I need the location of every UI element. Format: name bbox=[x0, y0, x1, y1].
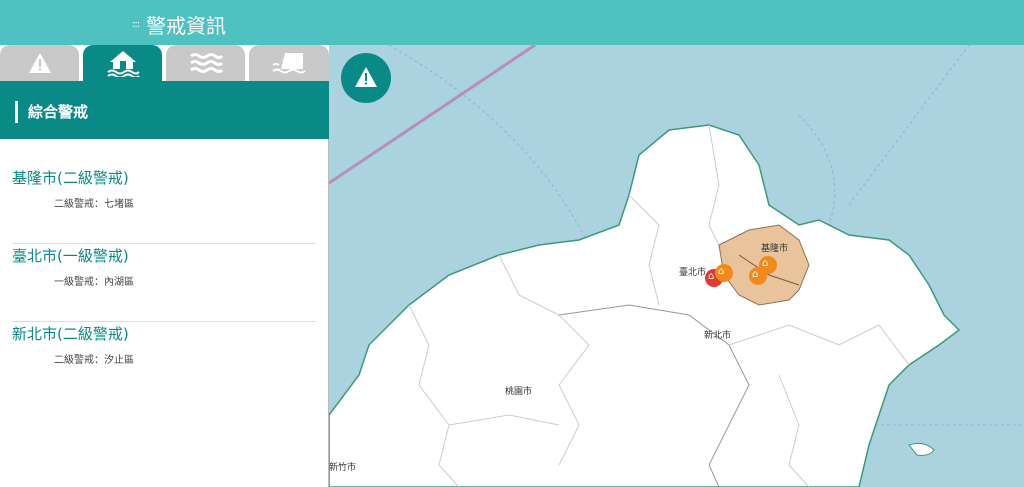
map-warning-button[interactable] bbox=[341, 53, 391, 103]
flood-house-icon: ⌂ bbox=[718, 266, 725, 277]
map-label-new-taipei: 新北市 bbox=[704, 331, 732, 341]
tab-dam[interactable] bbox=[249, 45, 329, 81]
alert-item-new-taipei[interactable]: 新北市(二級警戒) 二級警戒：汐止區 bbox=[12, 323, 316, 400]
alert-detail: 二級警戒：七堵區 bbox=[54, 199, 134, 210]
map-label-taoyuan: 桃園市 bbox=[505, 387, 533, 397]
alert-detail: 二級警戒：汐止區 bbox=[54, 355, 134, 366]
header-bar: ::: 警戒資訊 bbox=[0, 0, 1024, 45]
section-title: 綜合警戒 bbox=[28, 103, 89, 121]
waves-icon bbox=[189, 53, 223, 73]
sidebar: 綜合警戒 基隆市(二級警戒) 二級警戒：七堵區 臺北市(一級警戒) 一級警戒：內… bbox=[0, 45, 329, 487]
warning-icon bbox=[28, 53, 51, 73]
alert-item-taipei[interactable]: 臺北市(一級警戒) 一級警戒：內湖區 bbox=[12, 245, 316, 322]
warning-icon bbox=[355, 67, 377, 87]
sea-route bbox=[848, 45, 970, 206]
map-label-hsinchu: 新竹市 bbox=[329, 463, 357, 473]
map-canvas[interactable] bbox=[329, 45, 1024, 487]
alert-city[interactable]: 基隆市(二級警戒) bbox=[12, 167, 129, 188]
menu-dots-icon[interactable]: ::: bbox=[132, 19, 140, 30]
alert-city[interactable]: 臺北市(一級警戒) bbox=[12, 245, 129, 266]
section-accent-bar bbox=[15, 101, 18, 123]
map-label-keelung: 基隆市 bbox=[761, 244, 789, 254]
flood-house-icon: ⌂ bbox=[762, 258, 769, 269]
tab-waves[interactable] bbox=[166, 45, 245, 81]
sea-route bbox=[798, 114, 836, 226]
alert-city[interactable]: 新北市(二級警戒) bbox=[12, 323, 129, 344]
dam-icon bbox=[272, 53, 306, 74]
tab-bar bbox=[0, 45, 329, 81]
island bbox=[908, 442, 935, 456]
tab-flood-house[interactable] bbox=[83, 45, 162, 81]
page-title: 警戒資訊 bbox=[146, 14, 226, 38]
map-view[interactable]: 基隆市 臺北市 新北市 桃園市 新竹市 ⌂ ⌂ ⌂ ⌂ bbox=[329, 45, 1024, 487]
section-header: 綜合警戒 bbox=[0, 81, 329, 139]
map-label-taipei: 臺北市 bbox=[679, 268, 707, 278]
alert-marker-orange[interactable]: ⌂ bbox=[759, 256, 777, 274]
alert-detail: 一級警戒：內湖區 bbox=[54, 277, 134, 288]
land-mass bbox=[329, 124, 961, 487]
alert-item-keelung[interactable]: 基隆市(二級警戒) 二級警戒：七堵區 bbox=[12, 167, 316, 244]
flood-house-icon bbox=[106, 51, 140, 77]
alert-marker-orange[interactable]: ⌂ bbox=[715, 264, 733, 282]
tab-warning[interactable] bbox=[0, 45, 79, 81]
